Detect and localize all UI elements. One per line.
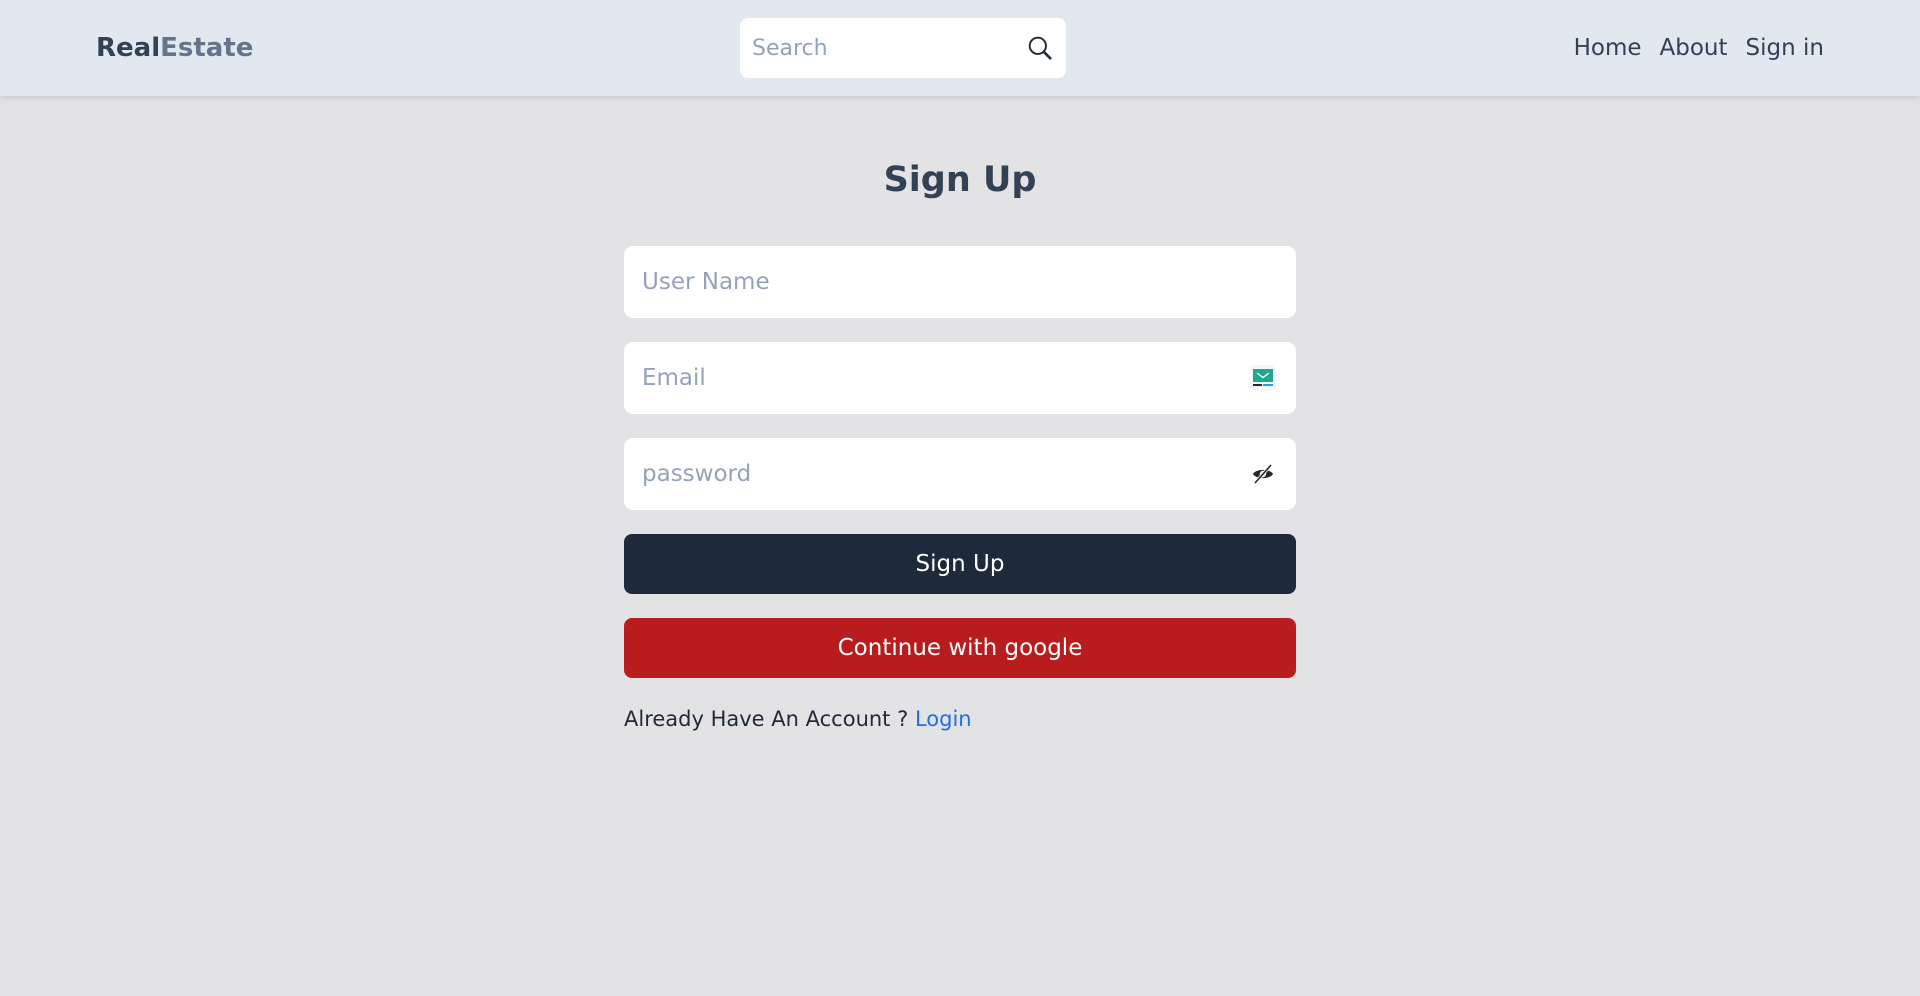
sign-up-button[interactable]: Sign Up bbox=[624, 534, 1296, 594]
email-input[interactable] bbox=[642, 365, 1248, 391]
navbar: RealEstate Home About Sign in bbox=[0, 0, 1920, 96]
login-prompt: Already Have An Account ? Login bbox=[624, 704, 1296, 734]
password-input[interactable] bbox=[642, 461, 1248, 487]
eye-slash-icon[interactable] bbox=[1248, 459, 1278, 489]
login-link[interactable]: Login bbox=[915, 707, 972, 731]
email-field bbox=[624, 342, 1296, 414]
nav-links: Home About Sign in bbox=[1574, 30, 1824, 66]
search-bar bbox=[740, 18, 1066, 78]
logo-part-real: Real bbox=[96, 33, 161, 63]
logo-part-estate: Estate bbox=[160, 33, 254, 63]
username-input[interactable] bbox=[642, 269, 1278, 295]
page-title: Sign Up bbox=[883, 160, 1037, 200]
tempmail-icon[interactable] bbox=[1248, 363, 1278, 393]
password-field bbox=[624, 438, 1296, 510]
search-icon[interactable] bbox=[1026, 34, 1054, 62]
signup-form: Sign Up Continue with google Already Hav… bbox=[624, 246, 1296, 734]
login-prompt-text: Already Have An Account ? bbox=[624, 707, 909, 731]
search-input[interactable] bbox=[752, 35, 1026, 61]
nav-about[interactable]: About bbox=[1660, 30, 1728, 66]
nav-home[interactable]: Home bbox=[1574, 30, 1642, 66]
continue-with-google-button[interactable]: Continue with google bbox=[624, 618, 1296, 678]
username-field bbox=[624, 246, 1296, 318]
nav-sign-in[interactable]: Sign in bbox=[1746, 30, 1824, 66]
logo[interactable]: RealEstate bbox=[96, 32, 253, 64]
